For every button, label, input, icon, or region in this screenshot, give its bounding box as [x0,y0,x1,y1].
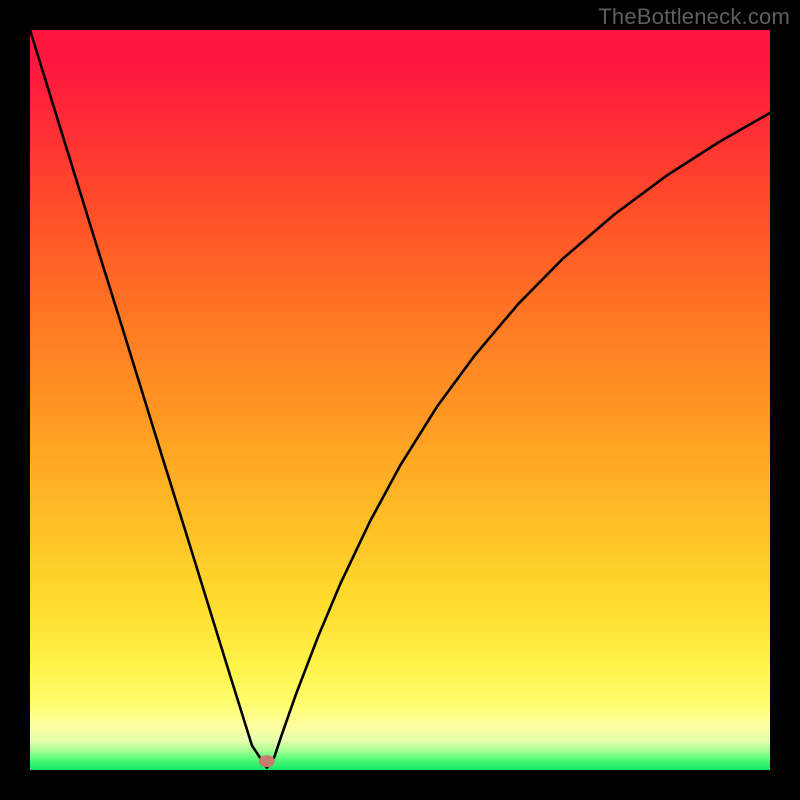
bottleneck-curve [30,30,770,768]
watermark-text: TheBottleneck.com [598,4,790,30]
plot-background-gradient [30,30,770,770]
minimum-marker [259,755,275,767]
plot-svg [30,30,770,770]
chart-frame: TheBottleneck.com [0,0,800,800]
